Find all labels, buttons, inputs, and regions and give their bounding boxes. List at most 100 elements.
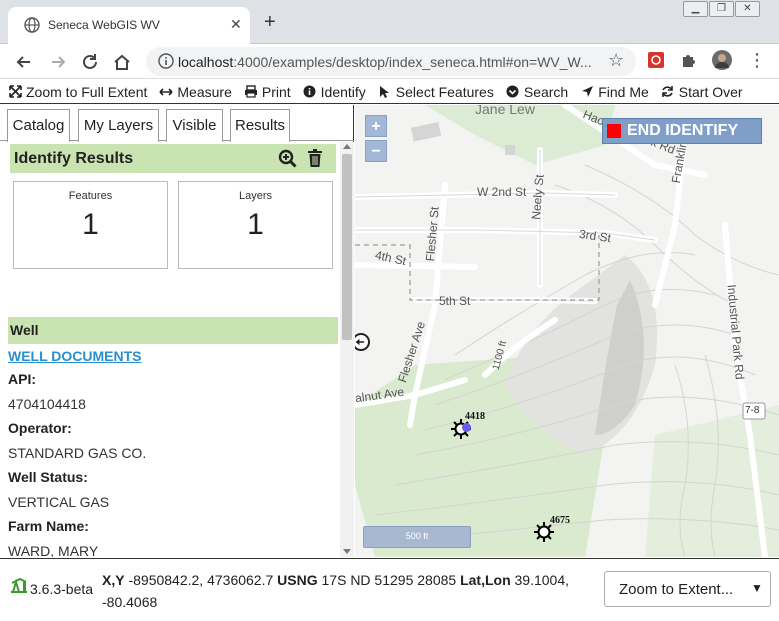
well-label-selected: 4418 <box>465 411 485 422</box>
search-button[interactable]: Search <box>506 84 568 100</box>
latlon-label: Lat,Lon <box>460 572 511 588</box>
print-label: Print <box>261 83 291 100</box>
start-over-label: Start Over <box>678 83 743 100</box>
map-label-town: Jane Lew <box>475 105 535 117</box>
window-controls: ▁ ❐ ✕ <box>683 1 761 19</box>
zoom-full-extent-button[interactable]: Zoom to Full Extent <box>8 84 147 100</box>
select-features-button[interactable]: Select Features <box>378 84 494 100</box>
xy-label: X,Y <box>102 572 125 588</box>
well-documents-link[interactable]: WELL DOCUMENTS <box>8 348 142 364</box>
more-menu-icon[interactable]: ⋮ <box>748 50 766 71</box>
reload-icon[interactable] <box>80 52 100 72</box>
map-label-w-2nd-st: W 2nd St <box>477 185 527 199</box>
avatar[interactable] <box>712 50 732 70</box>
browser-navbar: localhost:4000/examples/desktop/index_se… <box>0 44 779 79</box>
measure-button[interactable]: Measure <box>159 83 232 100</box>
layers-label: Layers <box>238 190 273 202</box>
address-bar[interactable]: localhost:4000/examples/desktop/index_se… <box>146 47 636 76</box>
layer-header: Well <box>8 317 338 344</box>
find-me-label: Find Me <box>598 83 649 100</box>
field-label-farm-name: Farm Name: <box>8 518 89 534</box>
forward-arrow-icon[interactable] <box>48 52 68 72</box>
field-value-api: 4704104418 <box>8 396 86 412</box>
url-path: :4000/examples/desktop/index_seneca.html… <box>233 54 592 70</box>
identify-button[interactable]: Identify <box>303 84 366 100</box>
field-label-well-status: Well Status: <box>8 469 88 485</box>
selected-well-marker <box>462 423 471 432</box>
find-me-button[interactable]: Find Me <box>580 84 649 100</box>
zoom-full-extent-label: Zoom to Full Extent <box>26 83 148 100</box>
chevron-circle-icon <box>506 85 520 99</box>
tab-title: Seneca WebGIS WV <box>48 18 160 32</box>
location-arrow-icon <box>580 85 594 99</box>
expand-icon <box>8 85 22 99</box>
browser-titlebar: Seneca WebGIS WV ✕ + ▁ ❐ ✕ <box>0 0 779 44</box>
layers-count-card: Layers 1 <box>178 181 333 269</box>
usng-value: 17S ND 51295 28085 <box>321 572 457 588</box>
new-tab-icon[interactable]: + <box>264 12 276 32</box>
info-circle-icon <box>303 85 317 99</box>
tab-visible[interactable]: Visible <box>166 109 223 142</box>
refresh-icon <box>661 85 675 99</box>
zoom-to-extent-select[interactable]: Zoom to Extent... ▼ <box>604 571 771 607</box>
field-label-operator: Operator: <box>8 420 72 436</box>
trash-icon[interactable] <box>307 149 323 168</box>
measure-label: Measure <box>177 83 232 100</box>
close-window-icon[interactable]: ✕ <box>735 1 760 17</box>
tab-results[interactable]: Results <box>230 109 290 142</box>
identify-label: Identify <box>320 83 366 100</box>
panel-tabs: Catalog My Layers Visible Results <box>0 105 354 142</box>
minimize-icon[interactable]: ▁ <box>683 1 708 17</box>
home-icon[interactable] <box>112 52 132 72</box>
end-identify-button[interactable]: END IDENTIFY <box>602 118 762 144</box>
zoom-select-value: Zoom to Extent... <box>619 581 734 598</box>
back-arrow-icon[interactable] <box>14 52 34 72</box>
app-version: 3.6.3-beta <box>30 581 94 597</box>
coordinate-readout: X,Y -8950842.2, 4736062.7 USNG 17S ND 51… <box>102 569 607 613</box>
scroll-down-icon[interactable] <box>343 549 351 554</box>
restore-icon[interactable]: ❐ <box>709 1 734 17</box>
map-view[interactable]: Jane Lew Hackers Creek Rd Franklin W 2nd… <box>355 105 779 557</box>
field-value-well-status: VERTICAL GAS <box>8 494 110 510</box>
zoom-out-button[interactable]: − <box>365 140 387 162</box>
zoom-to-results-icon[interactable] <box>278 149 298 169</box>
layer-name: Well <box>10 322 39 338</box>
results-header: Identify Results <box>10 144 336 173</box>
cursor-icon <box>378 85 392 99</box>
close-tab-icon[interactable]: ✕ <box>230 16 242 33</box>
browser-tab[interactable]: Seneca WebGIS WV ✕ <box>8 7 250 44</box>
map-label-route: 7-8 <box>745 405 760 416</box>
scroll-thumb[interactable] <box>342 154 352 340</box>
start-over-button[interactable]: Start Over <box>661 84 743 100</box>
well-label-other: 4675 <box>550 515 570 526</box>
pumpjack-logo-icon <box>11 577 27 593</box>
print-button[interactable]: Print <box>244 84 291 100</box>
select-features-label: Select Features <box>395 83 494 100</box>
globe-icon <box>24 17 40 33</box>
left-panel: Catalog My Layers Visible Results Identi… <box>0 105 354 557</box>
app-toolbar: Zoom to Full Extent Measure Print Identi… <box>0 80 779 104</box>
results-scrollbar[interactable] <box>340 142 354 557</box>
field-label-api: API: <box>8 371 36 387</box>
usng-label: USNG <box>277 572 318 588</box>
scroll-up-icon[interactable] <box>343 144 351 149</box>
scale-bar: 500 ft <box>363 526 471 548</box>
map-label-5th-st: 5th St <box>439 294 471 308</box>
tab-catalog[interactable]: Catalog <box>7 109 70 142</box>
url-host: localhost <box>178 54 234 70</box>
info-icon[interactable] <box>158 53 174 69</box>
zoom-in-button[interactable]: + <box>365 115 387 137</box>
results-pane: Identify Results Features 1 Layers 1 Wel… <box>0 142 340 557</box>
features-count-card: Features 1 <box>13 181 168 269</box>
stop-square-icon <box>607 124 621 138</box>
bookmark-star-icon[interactable]: ☆ <box>608 50 624 71</box>
xy-value: -8950842.2, 4736062.7 <box>128 572 274 588</box>
extension-red-icon[interactable] <box>647 51 665 69</box>
chevron-down-icon: ▼ <box>751 581 763 595</box>
tab-my-layers[interactable]: My Layers <box>78 109 159 142</box>
measure-icon <box>159 85 173 99</box>
layers-count: 1 <box>247 208 264 241</box>
puzzle-extensions-icon[interactable] <box>680 51 698 69</box>
status-bar: 3.6.3-beta X,Y -8950842.2, 4736062.7 USN… <box>0 558 779 621</box>
features-label: Features <box>68 190 113 202</box>
